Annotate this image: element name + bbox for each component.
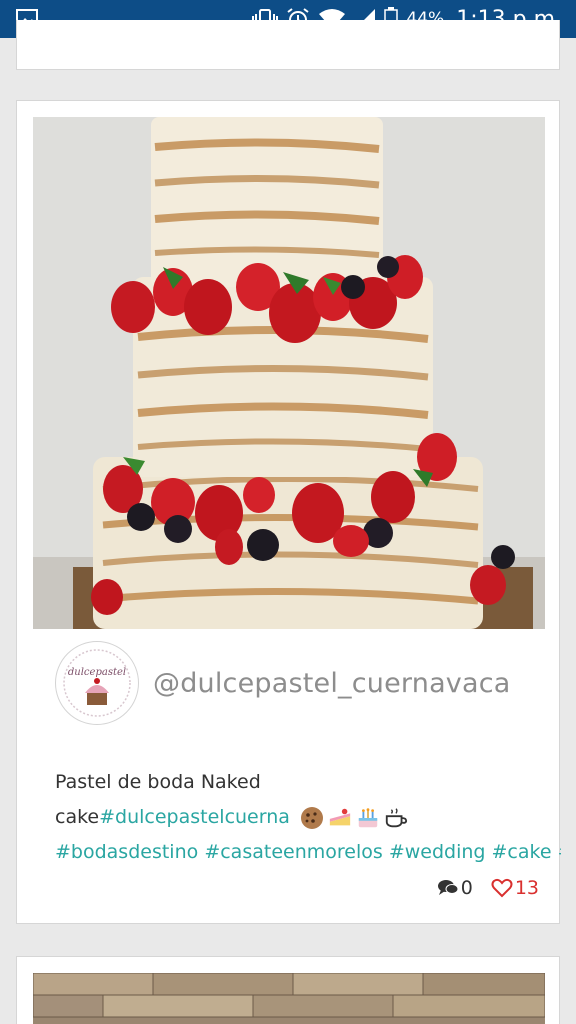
previous-post-card[interactable]: [16, 20, 560, 70]
next-post-image[interactable]: [33, 973, 545, 1024]
post-caption: Pastel de boda Naked cake#dulcepastelcue…: [55, 765, 561, 870]
caption-line-1: Pastel de boda Naked: [55, 765, 561, 800]
hashtag-cake[interactable]: #cake: [492, 841, 552, 863]
hashtag-dulcepastelcuerna[interactable]: #dulcepastelcuerna: [99, 806, 290, 828]
hashtag-bodasdestino[interactable]: #bodasdestino: [55, 841, 198, 863]
heart-icon: [491, 878, 513, 898]
caption-hashtags: #bodasdestino #casateenmorelos #wedding …: [55, 835, 561, 870]
caption-line-2: cake#dulcepastelcuerna: [55, 800, 561, 835]
comments-button[interactable]: 0: [437, 877, 473, 899]
comments-icon: [437, 880, 459, 895]
hashtag-wedding[interactable]: #wedding: [389, 841, 486, 863]
cake-slice-icon: [328, 806, 352, 830]
post-stats: 0 13: [437, 877, 539, 899]
post-card[interactable]: dulcepastel @dulcepastel_cuernavaca Past…: [16, 100, 561, 924]
hashtag-casateenmorelos[interactable]: #casateenmorelos: [204, 841, 382, 863]
like-button[interactable]: 13: [491, 877, 539, 899]
next-post-card[interactable]: [16, 956, 560, 1024]
post-image[interactable]: [33, 117, 545, 629]
avatar[interactable]: dulcepastel: [55, 641, 139, 725]
caption-text: Pastel de boda Naked: [55, 771, 261, 793]
svg-text:dulcepastel: dulcepastel: [68, 667, 126, 678]
dulcepastel-logo-icon: dulcepastel: [63, 649, 131, 717]
emoji-row: [300, 806, 408, 830]
birthday-cake-icon: [356, 806, 380, 830]
hashtag-r[interactable]: #r: [558, 841, 561, 863]
username[interactable]: @dulcepastel_cuernavaca: [153, 668, 511, 699]
coffee-icon: [384, 806, 408, 830]
caption-text-2: cake: [55, 806, 100, 828]
post-author[interactable]: dulcepastel @dulcepastel_cuernavaca: [55, 641, 511, 725]
cookie-icon: [300, 806, 324, 830]
comments-count: 0: [460, 877, 473, 899]
likes-count: 13: [514, 877, 539, 899]
